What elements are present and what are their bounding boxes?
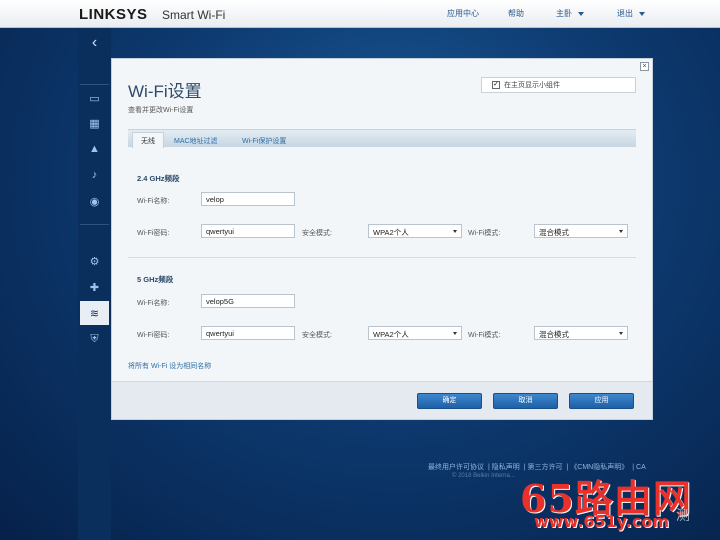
logout-menu[interactable]: 退出 — [617, 8, 645, 19]
page-subtitle: 查看并更改Wi-Fi设置 — [128, 107, 194, 114]
sidebar-divider — [80, 84, 109, 85]
back-arrow-icon[interactable]: ‹ — [78, 32, 111, 54]
corner-watermark: 测 — [676, 507, 690, 523]
router-menu[interactable]: 主卧 — [556, 8, 584, 19]
wifi-mode-label: Wi-Fi模式: — [468, 230, 501, 237]
copyright-text: © 2018 Belkin Interna... — [452, 473, 515, 479]
security-mode-value: WPA2个人 — [373, 228, 409, 237]
wifi-mode-value: 混合模式 — [539, 330, 569, 339]
show-widget-label: 在主页显示小组件 — [504, 82, 560, 89]
wifi-icon[interactable]: ≋ — [80, 301, 109, 325]
tab-bar: 无线 MAC地址过滤 Wi-Fi保护设置 — [128, 129, 636, 148]
wifi-name-label: Wi-Fi名称: — [137, 198, 170, 205]
show-widget-toggle[interactable]: ✓ 在主页显示小组件 — [481, 77, 636, 93]
security-mode-5-select[interactable]: WPA2个人 — [368, 326, 462, 340]
connectivity-icon[interactable]: ⚙ — [80, 249, 109, 273]
wifi-settings-dialog: × Wi-Fi设置 查看并更改Wi-Fi设置 ✓ 在主页显示小组件 无线 MAC… — [111, 58, 653, 420]
dropdown-arrow-icon — [453, 230, 457, 233]
device-list-icon[interactable]: ▭ — [80, 86, 109, 110]
checkbox-checked-icon[interactable]: ✓ — [492, 81, 500, 89]
wifi-mode-5-select[interactable]: 混合模式 — [534, 326, 628, 340]
security-mode-label: 安全模式: — [302, 332, 332, 339]
linksys-logo: LINKSYS — [79, 6, 148, 23]
cancel-button[interactable]: 取消 — [493, 393, 558, 409]
close-icon[interactable]: × — [640, 62, 649, 71]
wifi-mode-24-select[interactable]: 混合模式 — [534, 224, 628, 238]
tab-wps[interactable]: Wi-Fi保护设置 — [234, 133, 294, 148]
dropdown-arrow-icon — [619, 230, 623, 233]
privacy-link[interactable]: 隐私声明 — [492, 464, 520, 471]
wifi-password-label: Wi-Fi密码: — [137, 332, 170, 339]
network-map-icon[interactable]: ▦ — [80, 111, 109, 135]
speed-test-icon[interactable]: ◉ — [80, 189, 109, 213]
help-link[interactable]: 帮助 — [508, 8, 524, 19]
band-5-title: 5 GHz频段 — [137, 275, 174, 284]
page-title: Wi-Fi设置 — [128, 82, 202, 101]
site-watermark-url: www.651y.com — [534, 512, 669, 531]
wifi-password-label: Wi-Fi密码: — [137, 230, 170, 237]
chevron-down-icon — [578, 11, 584, 16]
logout-label: 退出 — [617, 9, 633, 18]
wifi-name-24-input[interactable]: velop — [201, 192, 295, 206]
security-mode-value: WPA2个人 — [373, 330, 409, 339]
product-name: Smart Wi-Fi — [162, 8, 226, 22]
dropdown-arrow-icon — [619, 332, 623, 335]
apply-button[interactable]: 应用 — [569, 393, 634, 409]
same-name-link[interactable]: 将所有 Wi-Fi 设为相同名称 — [128, 361, 211, 371]
tab-mac-filter[interactable]: MAC地址过滤 — [166, 133, 226, 148]
band-24-title: 2.4 GHz频段 — [137, 174, 180, 183]
troubleshooting-icon[interactable]: ✚ — [80, 275, 109, 299]
tab-wireless[interactable]: 无线 — [132, 132, 164, 148]
wifi-name-5-input[interactable]: velop5G — [201, 294, 295, 308]
wifi-name-label: Wi-Fi名称: — [137, 300, 170, 307]
security-icon[interactable]: ⛨ — [80, 327, 109, 351]
wifi-mode-label: Wi-Fi模式: — [468, 332, 501, 339]
parental-controls-icon[interactable]: ♪ — [80, 163, 109, 187]
alert-icon[interactable]: ▲ — [80, 137, 109, 161]
app-center-link[interactable]: 应用中心 — [447, 8, 479, 19]
wifi-password-5-input[interactable]: qwertyui — [201, 326, 295, 340]
router-name: 主卧 — [556, 9, 572, 18]
dropdown-arrow-icon — [453, 332, 457, 335]
security-mode-24-select[interactable]: WPA2个人 — [368, 224, 462, 238]
sidebar-divider — [80, 224, 109, 225]
top-bar: LINKSYS Smart Wi-Fi 应用中心 帮助 主卧 退出 — [0, 0, 720, 28]
section-divider — [128, 257, 636, 258]
button-bar: 确定 取消 应用 — [112, 381, 652, 419]
wifi-mode-value: 混合模式 — [539, 228, 569, 237]
security-mode-label: 安全模式: — [302, 230, 332, 237]
chevron-down-icon — [639, 11, 645, 16]
wifi-password-24-input[interactable]: qwertyui — [201, 224, 295, 238]
eula-link[interactable]: 最终用户许可协议 — [428, 464, 484, 471]
ok-button[interactable]: 确定 — [417, 393, 482, 409]
